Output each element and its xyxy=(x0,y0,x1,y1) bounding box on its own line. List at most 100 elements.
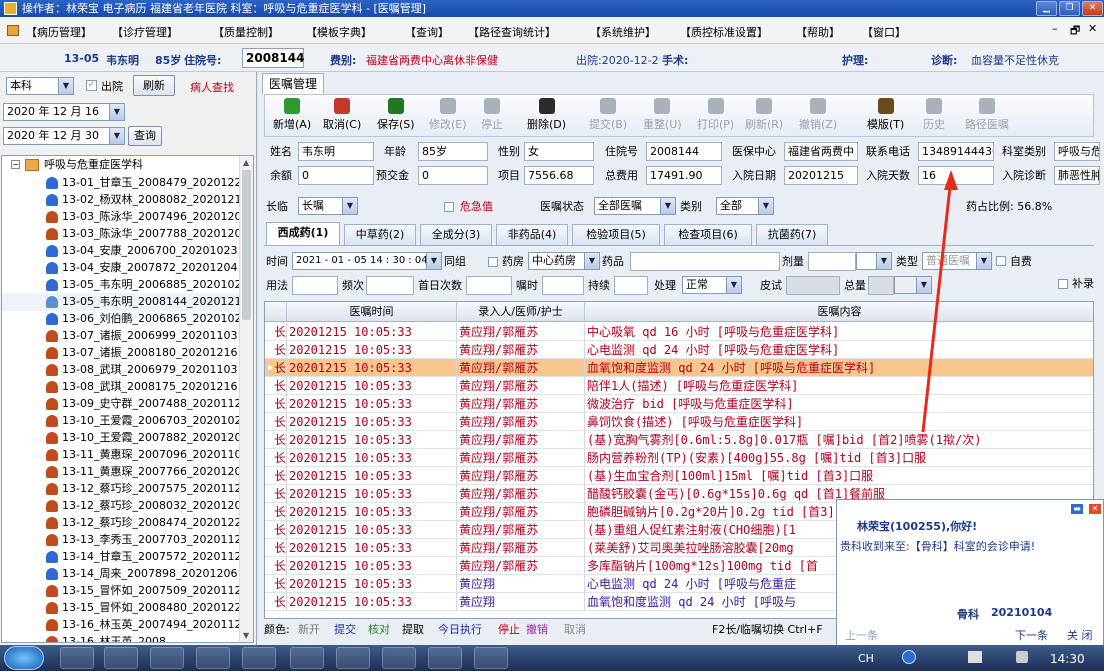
edit-button[interactable]: 修改(E) xyxy=(429,98,467,132)
order-time-input[interactable] xyxy=(542,276,584,295)
table-row[interactable]: 长 20201215 10:05:33 黄应翔/郭雁苏 (基)生血宝合剂[100ml]… xyxy=(265,467,1093,485)
mdi-minimize-button[interactable]: – xyxy=(1052,22,1058,35)
pharmacy-checkbox[interactable] xyxy=(488,257,498,267)
delete-button[interactable]: 删除(D) xyxy=(527,98,566,132)
start-button[interactable] xyxy=(4,646,44,670)
restore-button[interactable]: ❐ xyxy=(1059,1,1080,16)
tree-patient-item[interactable]: 13-07_诸振_2008180_20201216 xyxy=(2,344,242,362)
network-icon[interactable] xyxy=(968,651,982,663)
table-row[interactable]: 长 20201215 10:05:33 黄应翔/郭雁苏 肠内营养粉剂(TP)(安素)[… xyxy=(265,449,1093,467)
refresh-button[interactable]: 刷新(R) xyxy=(745,98,783,132)
first-day-input[interactable] xyxy=(466,276,512,295)
popup-close-icon[interactable]: ✕ xyxy=(1089,504,1101,514)
tab-chinese-herbs[interactable]: 中草药(2) xyxy=(344,224,416,245)
taskbar-search-icon[interactable] xyxy=(196,647,230,669)
grid-header-time[interactable]: 医嘱时间 xyxy=(287,302,457,322)
tab-order-management[interactable]: 医嘱管理 xyxy=(262,73,324,94)
new-button[interactable]: 新增(A) xyxy=(273,98,311,132)
refresh-button[interactable]: 刷新 xyxy=(133,75,175,96)
language-indicator[interactable]: CH xyxy=(858,652,874,665)
menu-templates[interactable]: 【模板字典】 xyxy=(306,24,372,40)
menu-path-stats[interactable]: 【路径查询统计】 xyxy=(468,24,556,40)
path-orders-button[interactable]: 路径医嘱 xyxy=(965,98,1009,132)
critical-checkbox[interactable] xyxy=(444,202,454,212)
scroll-thumb[interactable] xyxy=(242,170,251,320)
tree-patient-item[interactable]: 13-10_王爱霞_2007882_20201204 xyxy=(2,429,248,447)
tree-patient-item[interactable]: 13-13_李秀玉_2007703_20201127 xyxy=(2,531,248,549)
table-row[interactable]: 长 20201215 10:05:33 黄应翔/郭雁苏 血氧饱和度监测 qd 24 小… xyxy=(265,359,1093,377)
dose-unit-select[interactable]: ▼ xyxy=(856,252,892,270)
table-row[interactable]: 长 20201215 10:05:33 黄应翔/郭雁苏 心电监测 qd 24 小时 [… xyxy=(265,341,1093,359)
minimize-button[interactable]: ▁ xyxy=(1036,1,1057,16)
tree-patient-item[interactable]: 13-11_黄惠琛_2007766_20201201 xyxy=(2,463,248,481)
help-icon[interactable] xyxy=(902,650,916,664)
taskbar-app6-icon[interactable] xyxy=(474,647,508,669)
taskbar-app3-icon[interactable] xyxy=(336,647,370,669)
menu-query[interactable]: 【查询】 xyxy=(405,24,449,40)
usage-input[interactable] xyxy=(292,276,338,295)
table-row[interactable]: 长 20201215 10:05:33 黄应翔/郭雁苏 中心吸氧 qd 16 小时 [… xyxy=(265,323,1093,341)
tree-patient-item[interactable]: 13-06_刘伯鹏_2006865_20201029 xyxy=(2,310,248,328)
menu-system[interactable]: 【系统维护】 xyxy=(590,24,656,40)
drug-input[interactable] xyxy=(630,252,780,271)
tree-patient-item[interactable]: 13-08_武琪_2006979_20201103 xyxy=(2,361,242,379)
date-to-picker[interactable]: 2020 年 12 月 30 ▼ xyxy=(3,127,125,145)
tree-patient-item[interactable]: 13-07_诸振_2006999_20201103 xyxy=(2,327,242,345)
tree-patient-item[interactable]: 13-01_甘章玉_2008479_20201225 xyxy=(2,174,248,192)
table-row[interactable]: 长 20201215 10:05:33 黄应翔/郭雁苏 鼻饲饮食(描述) [呼吸与危重… xyxy=(265,413,1093,431)
tree-patient-item[interactable]: 13-05_韦东明_2006885_20201029 xyxy=(2,276,248,294)
total-input[interactable] xyxy=(868,276,894,295)
scroll-down-icon[interactable]: ▼ xyxy=(243,631,249,640)
menu-window[interactable]: 【窗口】 xyxy=(862,24,906,40)
self-pay-checkbox[interactable] xyxy=(996,256,1006,266)
order-status-select[interactable]: 全部医嘱 ▼ xyxy=(594,197,676,215)
tab-lab-tests[interactable]: 检验项目(5) xyxy=(572,224,660,245)
print-button[interactable]: 打印(P) xyxy=(697,98,734,132)
skin-test-input[interactable] xyxy=(786,276,840,295)
volume-icon[interactable] xyxy=(1016,651,1028,663)
clock[interactable]: 14:30 xyxy=(1050,652,1085,666)
pharmacy-select[interactable]: 中心药房 ▼ xyxy=(528,252,600,270)
taskbar-app5-icon[interactable] xyxy=(428,647,462,669)
date-from-picker[interactable]: 2020 年 12 月 16 ▼ xyxy=(3,103,125,121)
taskbar-folder-icon[interactable] xyxy=(104,647,138,669)
mdi-close-button[interactable]: ✕ xyxy=(1088,22,1097,35)
menu-help[interactable]: 【帮助】 xyxy=(796,24,840,40)
department-select[interactable]: 本科 ▼ xyxy=(6,77,74,95)
tree-root[interactable]: − 呼吸与危重症医学科 xyxy=(2,156,242,174)
total-unit-select[interactable]: ▼ xyxy=(894,276,932,294)
popup-close-link[interactable]: 关 闭 xyxy=(1067,627,1093,643)
tree-patient-item[interactable]: 13-14_甘章玉_2007572_20201124 xyxy=(2,548,248,566)
order-type-select[interactable]: 普通医嘱 ▼ xyxy=(922,252,992,270)
popup-prev-link[interactable]: 上一条 xyxy=(845,627,878,643)
order-time-picker[interactable]: 2021 - 01 - 05 14 : 30 : 04 ▼ xyxy=(292,252,442,270)
taskbar-app2-icon[interactable] xyxy=(242,647,276,669)
tab-examinations[interactable]: 检查项目(6) xyxy=(664,224,752,245)
tree-patient-item[interactable]: 13-05_韦东明_2008144_20201215 xyxy=(2,293,248,311)
tree-patient-item[interactable]: 13-11_黄惠琛_2007096_20201106 xyxy=(2,446,248,464)
stop-button[interactable]: 停止 xyxy=(481,98,503,132)
tree-patient-item[interactable]: 13-12_蔡巧珍_2008474_20201225 xyxy=(2,514,248,532)
inpatient-number[interactable]: 2008144 xyxy=(242,48,304,68)
tree-patient-item[interactable]: 13-04_安康_2007872_20201204 xyxy=(2,259,242,277)
menu-qc-standard[interactable]: 【质控标准设置】 xyxy=(680,24,768,40)
tab-full-components[interactable]: 全成分(3) xyxy=(420,224,492,245)
popup-next-link[interactable]: 下一条 xyxy=(1015,627,1048,643)
tree-patient-item[interactable]: 13-03_陈泳华_2007788_20201201 xyxy=(2,225,248,243)
tree-patient-item[interactable]: 13-16_林玉英_2008___ xyxy=(2,633,242,642)
submit-button[interactable]: 提交(B) xyxy=(589,98,627,132)
query-button[interactable]: 查询 xyxy=(128,126,162,146)
tree-patient-item[interactable]: 13-02_杨双林_2008082_20201213 xyxy=(2,191,248,209)
history-button[interactable]: 历史 xyxy=(923,98,945,132)
tree-patient-item[interactable]: 13-12_蔡巧珍_2007575_20201124 xyxy=(2,480,248,498)
tree-patient-item[interactable]: 13-08_武琪_2008175_20201216 xyxy=(2,378,242,396)
tree-patient-item[interactable]: 13-10_王爱霞_2006703_20201023 xyxy=(2,412,248,430)
scroll-up-icon[interactable]: ▲ xyxy=(243,158,249,167)
tree-patient-item[interactable]: 13-14_周来_2007898_20201206 xyxy=(2,565,242,583)
taskbar-app4-icon[interactable] xyxy=(382,647,416,669)
tree-patient-item[interactable]: 13-15_冒怀如_2008480_20201225 xyxy=(2,599,248,617)
table-row[interactable]: 长 20201215 10:05:33 黄应翔/郭雁苏 (基)宽胸气雾剂[0.6ml:… xyxy=(265,431,1093,449)
menu-quality[interactable]: 【质量控制】 xyxy=(213,24,279,40)
close-button[interactable]: ✕ xyxy=(1082,1,1103,16)
tree-scrollbar[interactable]: ▲ ▼ xyxy=(239,156,253,642)
